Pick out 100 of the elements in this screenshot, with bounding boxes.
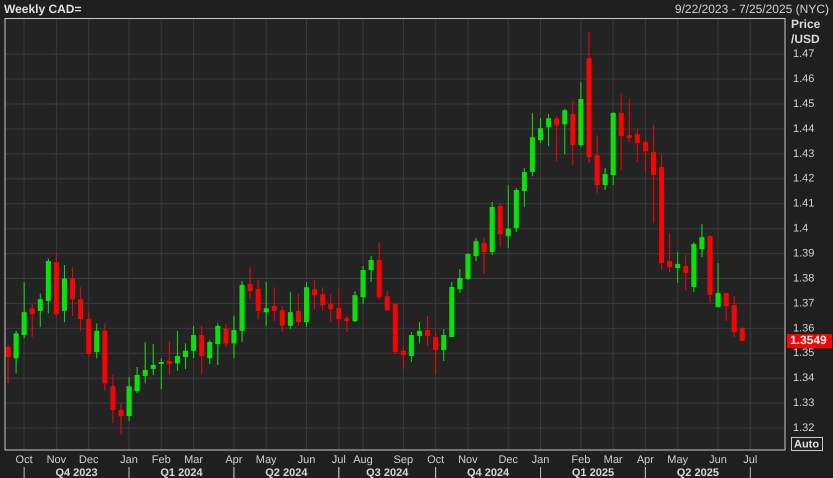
candlestick [312, 280, 318, 310]
x-tick-label: Nov [46, 454, 66, 466]
candlestick [530, 112, 535, 177]
candlestick [231, 315, 236, 359]
y-tick-label: 1.38 [793, 272, 814, 284]
x-tick-label: Feb [152, 454, 171, 466]
candlestick [78, 286, 84, 332]
chart-title: Weekly CAD= [4, 1, 82, 18]
x-tick-label: Jan [120, 454, 138, 466]
candlestick [538, 118, 544, 144]
y-tick-label: 1.47 [793, 48, 814, 60]
candlestick [473, 238, 478, 262]
auto-button[interactable]: Auto [791, 437, 823, 451]
quarter-label: Q1 2025 [572, 466, 614, 478]
candlestick [490, 201, 495, 256]
x-tick-label: Aug [353, 454, 373, 466]
last-price-label: 1.3549 [787, 333, 832, 348]
y-tick-label: 1.35 [793, 347, 814, 360]
x-tick-label: Sep [394, 454, 414, 466]
candlestick [328, 294, 334, 323]
y-tick-label: 1.46 [793, 72, 814, 85]
y-tick-label: 1.33 [793, 397, 814, 410]
candlestick [570, 100, 576, 166]
candlestick [38, 292, 43, 328]
x-tick-label: Jul [332, 454, 346, 466]
candlestick [368, 256, 374, 282]
x-tick-label: Jun [298, 454, 316, 466]
candlestick [691, 242, 696, 292]
x-tick-label: Jan [532, 454, 550, 466]
candlestick [102, 322, 108, 392]
candlestick [272, 286, 277, 322]
candlestick [724, 292, 729, 322]
candlestick [578, 82, 584, 148]
x-tick-label: Apr [636, 454, 654, 466]
y-tick-label: 1.43 [793, 148, 814, 160]
y-tick-label: 1.41 [793, 198, 814, 210]
candlestick [482, 238, 487, 274]
x-tick-label: Mar [604, 454, 623, 466]
candlestick [158, 358, 164, 390]
candlestick [280, 305, 285, 333]
candlestick [740, 326, 745, 342]
candlestick [546, 113, 552, 147]
x-tick-label: May [667, 454, 688, 466]
x-tick-label: Dec [498, 454, 518, 466]
quarter-label: Q4 2023 [55, 466, 98, 478]
candlestick [288, 292, 293, 330]
candlestick [296, 292, 301, 326]
y-tick-label: 1.44 [793, 122, 814, 135]
candlestick [408, 332, 414, 362]
candlestick [46, 258, 51, 314]
x-tick-label: Nov [458, 454, 478, 466]
candlestick [304, 281, 310, 328]
candlestick [384, 290, 390, 312]
x-tick-label: Oct [427, 454, 444, 466]
candlestick [150, 344, 156, 376]
candlestick [441, 328, 446, 362]
y-tick-label: 1.45 [793, 98, 814, 110]
axis-title: Price /USD [791, 18, 820, 46]
candlestick [5, 344, 10, 384]
candlestick [594, 134, 600, 194]
candlestick [683, 254, 688, 290]
candlestick [239, 280, 244, 343]
candlestick [433, 332, 438, 374]
candlestick [732, 295, 737, 338]
candlestick [30, 302, 35, 338]
candlestick [86, 312, 92, 356]
x-tick-label: Oct [16, 454, 33, 466]
candlestick [400, 346, 406, 370]
candlestick [199, 325, 204, 374]
candlestick [191, 325, 196, 359]
x-tick-label: May [256, 454, 277, 466]
x-tick-label: Jul [743, 454, 758, 466]
y-tick-label: 1.32 [793, 422, 814, 434]
candlestick [62, 264, 67, 323]
x-tick-label: Dec [78, 454, 98, 466]
y-tick-label: 1.36 [793, 322, 814, 334]
candlestick [667, 232, 672, 273]
candlestick [174, 330, 180, 372]
date-range: 9/22/2023 - 7/25/2025 (NYC) [674, 1, 829, 18]
y-tick-label: 1.37 [793, 297, 814, 310]
candlestick [94, 322, 100, 359]
candlestick [336, 288, 342, 328]
candlestick [449, 281, 454, 338]
candlestick [602, 168, 608, 190]
candlestick [352, 290, 358, 323]
candlestick [70, 266, 76, 316]
candlestick [626, 98, 632, 143]
candlestick [634, 128, 640, 163]
x-tick-label: Feb [571, 454, 590, 466]
candlestick [522, 168, 527, 208]
y-tick-label: 1.4 [793, 222, 808, 235]
candlestick [134, 366, 140, 394]
x-tick-label: Jun [709, 454, 727, 466]
quarter-label: Q4 2024 [466, 466, 510, 478]
candlestick [506, 184, 511, 249]
candlestick [223, 324, 228, 348]
y-tick-label: 1.42 [793, 172, 814, 185]
candlestick [256, 279, 261, 320]
candlestick [376, 242, 382, 300]
candlestick [14, 330, 19, 374]
